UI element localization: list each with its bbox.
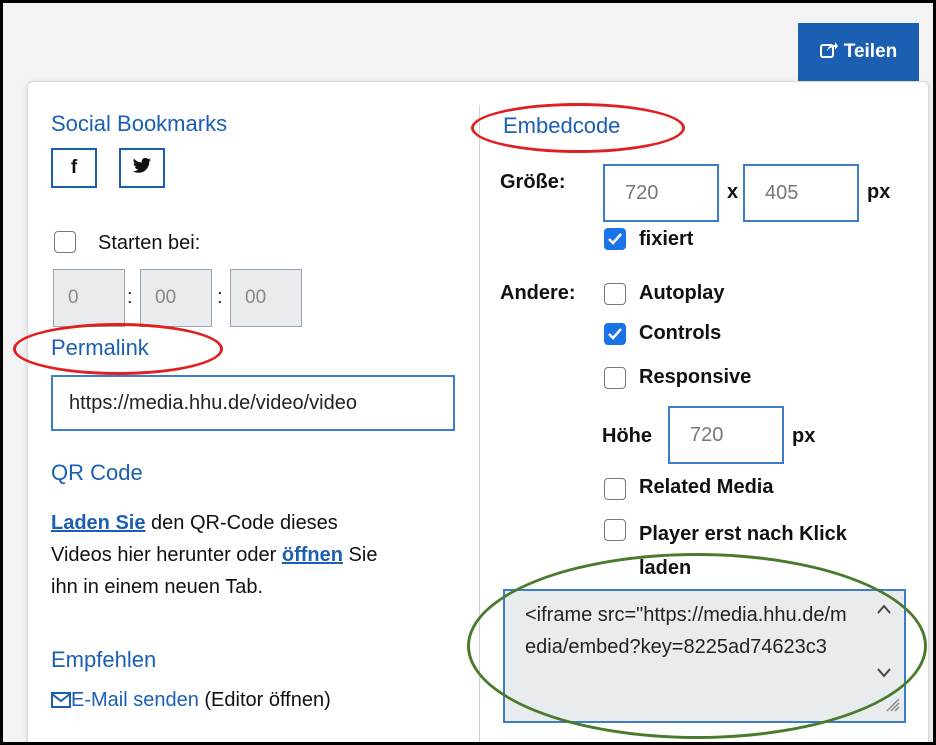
- share-label: Teilen: [843, 41, 898, 62]
- size-times: x: [727, 181, 739, 203]
- related-media-label: Related Media: [639, 476, 774, 498]
- player-click-checkbox[interactable]: [604, 519, 626, 541]
- start-at-checkbox[interactable]: [54, 231, 76, 253]
- hoehe-label: Höhe: [602, 425, 652, 447]
- permalink-title: Permalink: [51, 335, 149, 360]
- controls-checkbox[interactable]: [604, 323, 626, 345]
- permalink-input[interactable]: https://media.hhu.de/video/video: [51, 375, 455, 431]
- time-separator: :: [217, 286, 223, 308]
- email-send-link[interactable]: E-Mail senden: [71, 689, 199, 711]
- recommend-title: Empfehlen: [51, 647, 157, 672]
- embedcode-title: Embedcode: [503, 113, 621, 138]
- screenshot-frame: Teilen Social Bookmarks f Starten bei: 0…: [0, 0, 936, 745]
- other-label: Andere:: [500, 282, 576, 304]
- start-seconds-field[interactable]: 00: [230, 269, 302, 327]
- column-divider: [479, 105, 480, 742]
- hoehe-input[interactable]: 720: [668, 406, 784, 464]
- autoplay-label: Autoplay: [639, 282, 725, 304]
- time-separator: :: [127, 286, 133, 308]
- related-media-checkbox[interactable]: [604, 478, 626, 500]
- email-row: E-Mail senden (Editor öffnen): [51, 689, 331, 712]
- size-label: Größe:: [500, 171, 566, 193]
- share-icon: [819, 40, 838, 64]
- responsive-checkbox[interactable]: [604, 367, 626, 389]
- qr-code-description: Laden Sie den QR-Code dieses Videos hier…: [51, 512, 378, 598]
- embed-height-input[interactable]: 405: [743, 164, 859, 222]
- size-unit: px: [867, 181, 891, 203]
- fixed-label: fixiert: [639, 228, 694, 250]
- autoplay-checkbox[interactable]: [604, 283, 626, 305]
- twitter-button[interactable]: [119, 148, 165, 188]
- download-qr-link[interactable]: Laden Sie: [51, 512, 145, 534]
- facebook-button[interactable]: f: [51, 148, 97, 188]
- scroll-down-icon[interactable]: [876, 665, 892, 679]
- check-icon: [608, 328, 622, 340]
- facebook-icon: f: [70, 157, 78, 178]
- player-click-label: Player erst nach Klick laden: [639, 523, 847, 579]
- start-hours-field[interactable]: 0: [53, 269, 125, 327]
- start-at-label: Starten bei:: [98, 232, 201, 254]
- start-minutes-field[interactable]: 00: [140, 269, 212, 327]
- twitter-icon: [132, 157, 152, 180]
- social-bookmarks-title: Social Bookmarks: [51, 111, 228, 136]
- resize-handle-icon[interactable]: [884, 696, 900, 717]
- fixed-checkbox[interactable]: [604, 228, 626, 250]
- scroll-up-icon[interactable]: [876, 603, 892, 617]
- embed-code-text: <iframe src="https://media.hhu.de/media/…: [525, 604, 847, 658]
- qr-code-title: QR Code: [51, 460, 143, 485]
- responsive-label: Responsive: [639, 366, 752, 388]
- controls-label: Controls: [639, 322, 722, 344]
- share-button[interactable]: Teilen: [798, 23, 919, 81]
- mail-icon: [51, 689, 71, 711]
- open-qr-link[interactable]: öffnen: [282, 544, 343, 566]
- embed-code-textarea[interactable]: <iframe src="https://media.hhu.de/media/…: [503, 589, 906, 723]
- embed-width-input[interactable]: 720: [603, 164, 719, 222]
- hoehe-unit: px: [792, 425, 816, 447]
- check-icon: [608, 233, 622, 245]
